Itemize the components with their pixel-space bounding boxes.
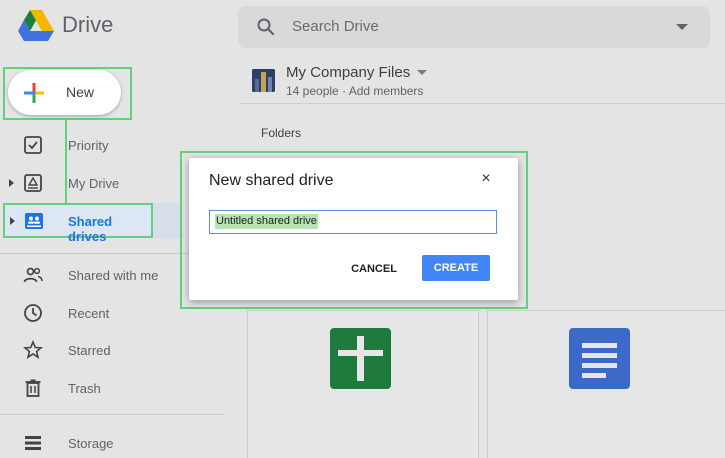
shared-drive-title[interactable]: My Company Files xyxy=(286,64,410,81)
new-shared-drive-dialog: New shared drive × Untitled shared drive… xyxy=(189,158,518,300)
drive-icon xyxy=(24,174,42,192)
main-divider xyxy=(240,103,725,104)
cancel-button[interactable]: CANCEL xyxy=(339,259,409,279)
sidebar-item-label: Recent xyxy=(68,306,110,321)
new-button-label: New xyxy=(66,84,95,100)
search-options-chevron-down-icon[interactable] xyxy=(676,24,688,30)
folders-section-title: Folders xyxy=(261,126,302,140)
sidebar-item-label: Trash xyxy=(68,381,101,396)
sidebar-item-label: Priority xyxy=(68,138,109,153)
shared-drive-avatar xyxy=(252,69,275,92)
member-count: 14 people xyxy=(286,84,339,98)
sidebar-item-trash[interactable]: Trash xyxy=(0,370,225,406)
meta-separator: · xyxy=(342,84,347,98)
docs-icon xyxy=(569,328,630,389)
shared-drive-name-value[interactable]: Untitled shared drive xyxy=(215,214,318,229)
shared-drive-meta: 14 people · Add members xyxy=(286,84,423,98)
sidebar-item-label: Storage xyxy=(68,436,114,451)
sheets-icon xyxy=(330,328,391,389)
shared-drive-menu-chevron-down-icon[interactable] xyxy=(417,70,427,75)
brand-title: Drive xyxy=(62,12,114,37)
new-button[interactable]: New xyxy=(8,70,121,115)
sidebar-item-label: My Drive xyxy=(68,176,120,191)
clock-icon xyxy=(24,304,42,322)
active-row-background xyxy=(153,203,183,238)
drive-logo-icon[interactable] xyxy=(18,10,54,42)
expand-arrow-icon[interactable] xyxy=(9,179,14,187)
search-input[interactable]: Search Drive xyxy=(292,18,379,35)
file-card-docs[interactable] xyxy=(487,310,725,458)
sidebar-item-storage[interactable]: Storage xyxy=(0,425,225,458)
star-icon xyxy=(23,340,43,359)
sidebar-item-label: Starred xyxy=(68,343,111,358)
add-members-link[interactable]: Add members xyxy=(349,84,424,98)
sidebar-item-label: Shared with me xyxy=(68,268,159,283)
create-button[interactable]: CREATE xyxy=(422,255,490,281)
storage-icon xyxy=(25,436,41,450)
file-card-sheets[interactable] xyxy=(247,310,479,458)
checkbox-icon xyxy=(24,136,42,154)
plus-icon xyxy=(24,83,44,103)
search-bar[interactable]: Search Drive xyxy=(238,6,710,48)
sidebar-item-starred[interactable]: Starred xyxy=(0,332,225,368)
expand-arrow-icon[interactable] xyxy=(10,217,15,225)
close-icon[interactable]: × xyxy=(479,171,493,187)
dialog-title: New shared drive xyxy=(209,172,334,189)
shared-drive-thumbnail-icon xyxy=(252,69,275,92)
sidebar-item-shared-drives[interactable]: Shared drives xyxy=(3,203,153,244)
search-icon[interactable] xyxy=(256,17,276,37)
shared-drives-icon xyxy=(25,213,43,229)
sidebar-divider xyxy=(0,414,225,415)
sidebar-item-label: Shared drives xyxy=(68,214,113,244)
trash-icon xyxy=(25,379,41,397)
people-icon xyxy=(23,267,43,283)
